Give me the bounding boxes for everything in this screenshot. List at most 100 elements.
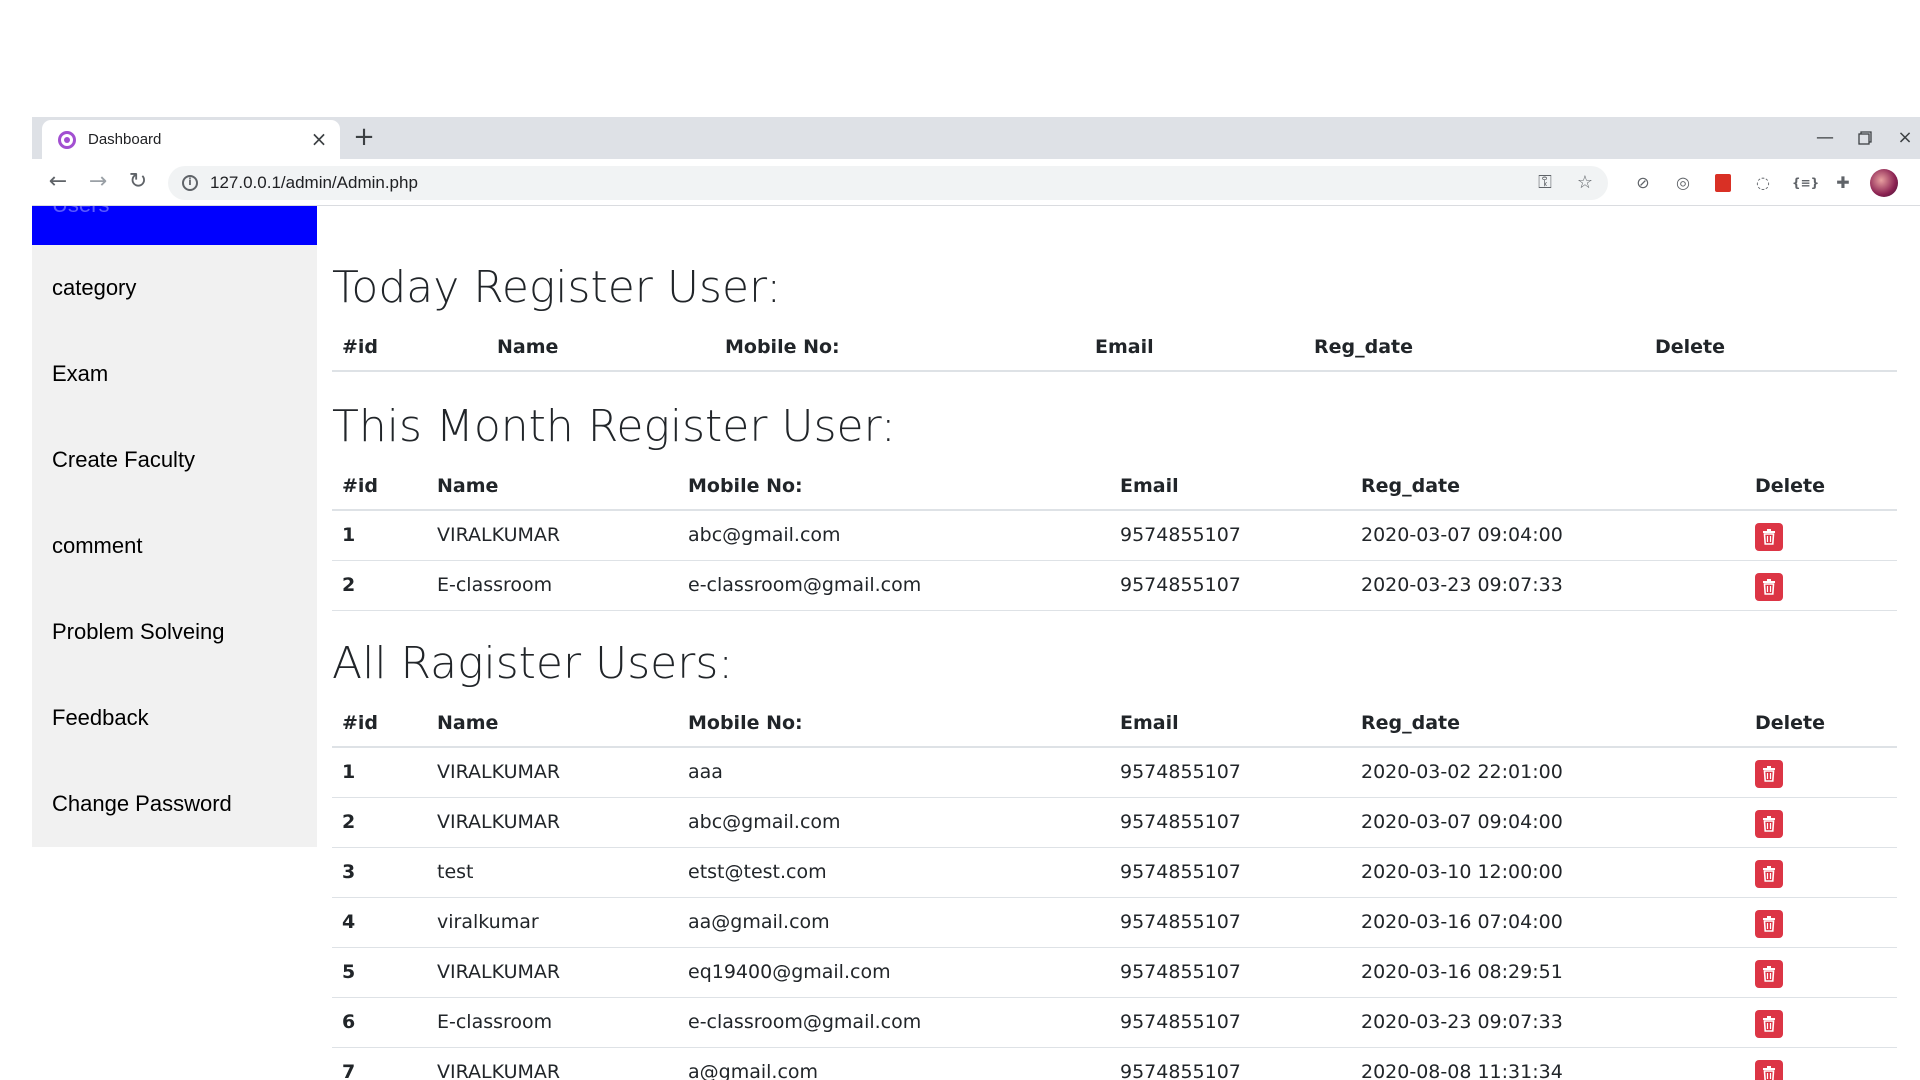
sidebar-item-problem-solving[interactable]: Problem Solveing <box>32 589 317 675</box>
col-header-reg-date: Reg_date <box>1351 700 1745 748</box>
cell-id: 1 <box>332 510 427 561</box>
cell-delete <box>1745 560 1897 611</box>
cell-delete <box>1745 510 1897 561</box>
cell-delete <box>1745 947 1897 998</box>
table-row: 1 VIRALKUMAR abc@gmail.com 9574855107 2020-0… <box>332 510 1897 561</box>
cell-mobile: e-classroom@gmail.com <box>678 560 1110 611</box>
delete-user-button[interactable] <box>1755 760 1783 789</box>
red-extension-icon[interactable] <box>1715 174 1731 192</box>
delete-user-button[interactable] <box>1755 860 1783 888</box>
cell-mobile: eq19400@gmail.com <box>678 947 1110 998</box>
cell-delete <box>1745 997 1897 1048</box>
sidebar-item-create-faculty[interactable]: Create Faculty <box>32 417 317 503</box>
cell-name: test <box>427 847 678 898</box>
sidebar-active-label: Users <box>52 206 109 218</box>
delete-user-button[interactable] <box>1755 810 1783 838</box>
cell-delete <box>1745 847 1897 898</box>
col-header-name: Name <box>487 324 715 372</box>
cell-id: 7 <box>332 1047 427 1080</box>
cell-name: E-classroom <box>427 560 678 611</box>
cell-reg-date: 2020-03-02 22:01:00 <box>1351 747 1745 798</box>
col-header-reg-date: Reg_date <box>1304 324 1645 372</box>
sidebar-item-comment[interactable]: comment <box>32 503 317 589</box>
table-row: 4 viralkumar aa@gmail.com 9574855107 2020-03… <box>332 897 1897 948</box>
eye-extension-icon[interactable]: ◎ <box>1672 172 1694 194</box>
col-header-delete: Delete <box>1745 700 1897 748</box>
trash-icon <box>1763 529 1775 546</box>
sidebar-item-change-password[interactable]: Change Password <box>32 761 317 847</box>
url-text[interactable]: 127.0.0.1/admin/Admin.php <box>210 173 418 193</box>
minimize-icon[interactable]: — <box>1810 123 1840 153</box>
cell-id: 3 <box>332 847 427 898</box>
star-bookmark-icon[interactable]: ☆ <box>1574 172 1596 194</box>
col-header-name: Name <box>427 700 678 748</box>
json-extension-icon[interactable]: {≡} <box>1792 172 1819 194</box>
close-tab-icon[interactable]: × <box>308 128 330 150</box>
profile-avatar[interactable] <box>1870 169 1898 197</box>
col-header-name: Name <box>427 463 678 511</box>
tab-dashboard[interactable]: Dashboard × <box>42 120 340 159</box>
table-row: 3 test etst@test.com 9574855107 2020-03-10 1… <box>332 847 1897 898</box>
new-tab-button[interactable]: + <box>350 124 378 152</box>
favicon-icon <box>58 131 76 149</box>
col-header-reg-date: Reg_date <box>1351 463 1745 511</box>
sidebar-item-users-active[interactable]: Users <box>32 206 317 245</box>
cell-name: VIRALKUMAR <box>427 747 678 798</box>
sidebar-item-feedback[interactable]: Feedback <box>32 675 317 761</box>
cell-reg-date: 2020-03-16 08:29:51 <box>1351 947 1745 998</box>
col-header-email: Email <box>1085 324 1304 372</box>
cell-email: 9574855107 <box>1110 847 1351 898</box>
forward-arrow-icon[interactable]: → <box>84 168 112 196</box>
cell-reg-date: 2020-08-08 11:31:34 <box>1351 1047 1745 1080</box>
col-header-id: #id <box>332 700 427 748</box>
trash-icon <box>1763 579 1775 595</box>
cell-id: 5 <box>332 947 427 998</box>
cell-email: 9574855107 <box>1110 947 1351 998</box>
sidebar-item-label: comment <box>52 533 143 558</box>
trash-icon <box>1763 866 1775 882</box>
sidebar-item-label: Change Password <box>52 791 232 816</box>
sidebar-item-label: Feedback <box>52 705 149 730</box>
delete-user-button[interactable] <box>1755 960 1783 988</box>
address-bar[interactable]: i 127.0.0.1/admin/Admin.php ⚿ ☆ <box>168 166 1608 200</box>
sidebar-item-category[interactable]: category <box>32 245 317 331</box>
key-icon[interactable]: ⚿ <box>1534 172 1556 194</box>
close-window-icon[interactable]: × <box>1890 123 1920 153</box>
cell-name: VIRALKUMAR <box>427 510 678 561</box>
today-users-table: #id Name Mobile No: Email Reg_date Delet… <box>332 324 1897 372</box>
col-header-mobile: Mobile No: <box>715 324 1085 372</box>
reload-icon[interactable]: ↻ <box>124 168 152 196</box>
cell-reg-date: 2020-03-07 09:04:00 <box>1351 510 1745 561</box>
cell-email: 9574855107 <box>1110 747 1351 798</box>
sidebar-item-exam[interactable]: Exam <box>32 331 317 417</box>
col-header-email: Email <box>1110 463 1351 511</box>
delete-user-button[interactable] <box>1755 523 1783 552</box>
cell-email: 9574855107 <box>1110 560 1351 611</box>
cell-name: VIRALKUMAR <box>427 1047 678 1080</box>
site-info-icon[interactable]: i <box>182 175 198 191</box>
cell-delete <box>1745 897 1897 948</box>
puzzle-extensions-icon[interactable]: ✚ <box>1832 172 1854 194</box>
sidebar: Users category Exam Create Faculty comme… <box>32 206 317 847</box>
restore-icon[interactable] <box>1850 123 1880 153</box>
trash-icon <box>1763 1016 1775 1032</box>
delete-user-button[interactable] <box>1755 573 1783 601</box>
delete-user-button[interactable] <box>1755 910 1783 938</box>
cell-email: 9574855107 <box>1110 997 1351 1048</box>
table-header-row: #id Name Mobile No: Email Reg_date Delet… <box>332 700 1897 748</box>
month-section-title: This Month Register User: <box>332 401 896 452</box>
delete-user-button[interactable] <box>1755 1010 1783 1038</box>
back-arrow-icon[interactable]: ← <box>44 168 72 196</box>
delete-user-button[interactable] <box>1755 1060 1783 1080</box>
cell-name: E-classroom <box>427 997 678 1048</box>
circle-extension-icon[interactable]: ◌ <box>1752 172 1774 194</box>
col-header-id: #id <box>332 324 487 372</box>
col-header-delete: Delete <box>1645 324 1897 372</box>
cell-email: 9574855107 <box>1110 797 1351 848</box>
trash-icon <box>1763 766 1775 783</box>
table-row: 2 VIRALKUMAR abc@gmail.com 9574855107 2020-0… <box>332 797 1897 848</box>
col-header-id: #id <box>332 463 427 511</box>
cell-id: 1 <box>332 747 427 798</box>
block-extension-icon[interactable]: ⊘ <box>1632 172 1654 194</box>
cell-name: VIRALKUMAR <box>427 947 678 998</box>
